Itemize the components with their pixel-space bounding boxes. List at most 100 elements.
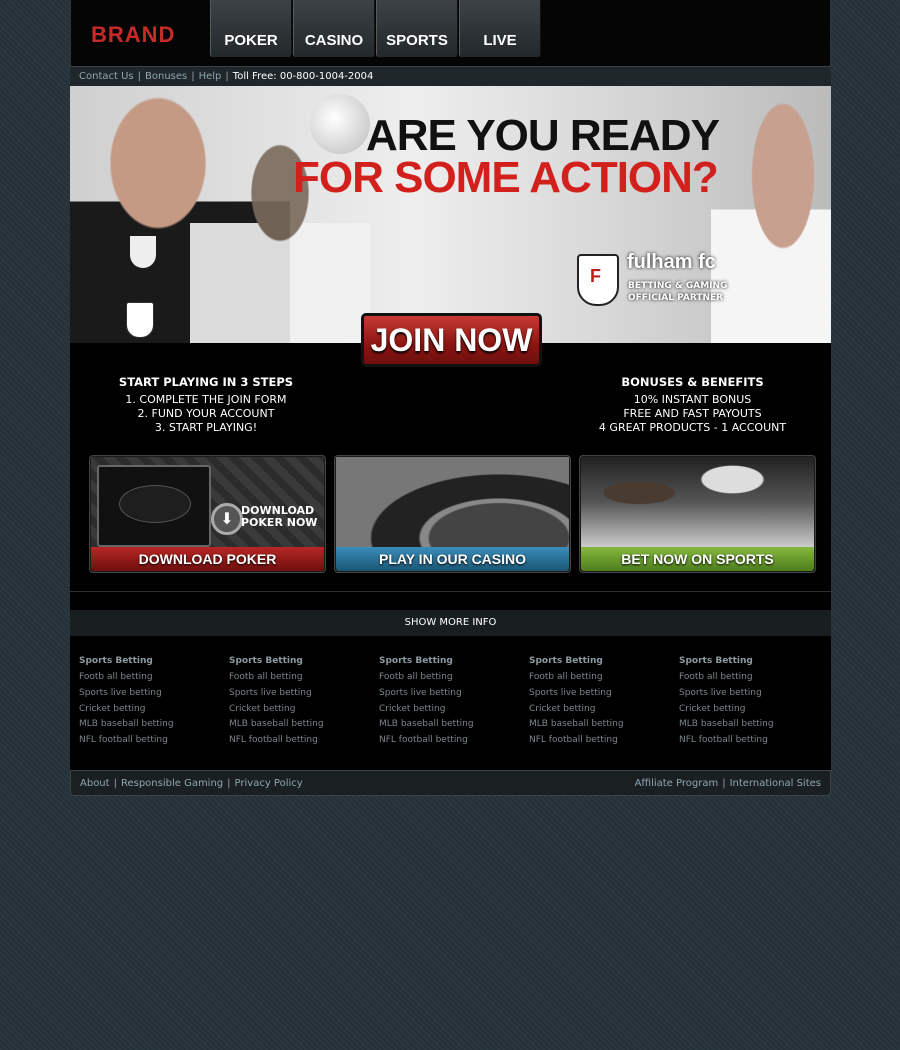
link-column: Sports Betting Footb all betting Sports … xyxy=(379,656,529,764)
fulham-crest-icon xyxy=(577,254,619,306)
link-column: Sports Betting Footb all betting Sports … xyxy=(79,656,229,764)
sitemap-link[interactable]: NFL football betting xyxy=(79,733,229,749)
overlay-line-2: POKER NOW xyxy=(241,516,318,529)
step-item: 3. START PLAYING! xyxy=(154,421,258,434)
sitemap-link[interactable]: Sports live betting xyxy=(679,686,829,702)
product-cards: ⬇ DOWNLOAD POKER NOW DOWNLOAD POKER PLAY… xyxy=(89,455,816,573)
sitemap-link[interactable]: Cricket betting xyxy=(379,702,529,718)
separator: | xyxy=(225,71,229,82)
sitemap-link[interactable]: MLB baseball betting xyxy=(379,717,529,733)
international-sites-link[interactable]: International Sites xyxy=(730,778,821,789)
nav-tab-sports[interactable]: SPORTS xyxy=(376,0,458,57)
footer: About | Responsible Gaming | Privacy Policy … xyxy=(70,770,831,796)
sitemap-link[interactable]: Footb all betting xyxy=(529,670,679,686)
sitemap-link[interactable]: Cricket betting xyxy=(679,702,829,718)
download-poker-button[interactable]: DOWNLOAD POKER xyxy=(91,547,324,571)
sitemap-links: Sports Betting Footb all betting Sports … xyxy=(70,636,831,764)
sitemap-link[interactable]: MLB baseball betting xyxy=(79,717,229,733)
sitemap-link[interactable]: NFL football betting xyxy=(529,733,679,749)
main-nav: POKER CASINO SPORTS LIVE xyxy=(210,0,542,57)
link-column-head[interactable]: Sports Betting xyxy=(379,656,529,666)
separator: | xyxy=(227,777,231,789)
step-item: 2. FUND YOUR ACCOUNT xyxy=(137,407,275,420)
sitemap-link[interactable]: Sports live betting xyxy=(529,686,679,702)
club-crest-icon xyxy=(126,302,154,338)
download-arrow-icon: ⬇ xyxy=(211,503,243,535)
nav-tab-live[interactable]: LIVE xyxy=(459,0,541,57)
bonus-title: BONUSES & BENEFITS xyxy=(621,375,764,389)
bonus-item: 4 GREAT PRODUCTS - 1 ACCOUNT xyxy=(598,421,787,434)
sitemap-link[interactable]: Cricket betting xyxy=(229,702,379,718)
hero-banner: ARE YOU READY FOR SOME ACTION? fulham fc… xyxy=(70,86,831,343)
partner-line-2: OFFICIAL PARTNER xyxy=(628,293,724,303)
separator: | xyxy=(191,71,195,82)
separator: | xyxy=(722,777,726,789)
sitemap-link[interactable]: Footb all betting xyxy=(679,670,829,686)
sitemap-link[interactable]: MLB baseball betting xyxy=(529,717,679,733)
header: BRAND POKER CASINO SPORTS LIVE xyxy=(70,0,831,66)
utility-bar: Contact Us | Bonuses | Help | Toll Free: 00-80… xyxy=(70,66,831,86)
sitemap-link[interactable]: MLB baseball betting xyxy=(679,717,829,733)
bonus-item: 10% INSTANT BONUS xyxy=(633,393,752,406)
contact-us-link[interactable]: Contact Us xyxy=(79,71,134,82)
sitemap-link[interactable]: Footb all betting xyxy=(229,670,379,686)
poker-table-screenshot xyxy=(97,465,211,547)
sitemap-link[interactable]: Footb all betting xyxy=(79,670,229,686)
headline-line-2: FOR SOME ACTION? xyxy=(293,153,719,202)
nav-tab-poker[interactable]: POKER xyxy=(210,0,292,57)
steps-section: START PLAYING IN 3 STEPS 1. COMPLETE THE… xyxy=(70,343,831,591)
bonus-list: BONUSES & BENEFITS 10% INSTANT BONUS FRE… xyxy=(590,375,795,435)
sitemap-link[interactable]: NFL football betting xyxy=(679,733,829,749)
steps-title: START PLAYING IN 3 STEPS xyxy=(118,375,294,389)
nav-tab-casino[interactable]: CASINO xyxy=(293,0,375,57)
link-column-head[interactable]: Sports Betting xyxy=(229,656,379,666)
casino-card[interactable]: PLAY IN OUR CASINO xyxy=(334,455,571,573)
roulette-image xyxy=(336,457,569,547)
football-player-image xyxy=(581,457,814,547)
separator: | xyxy=(113,777,117,789)
about-link[interactable]: About xyxy=(80,778,110,789)
sitemap-link[interactable]: Sports live betting xyxy=(379,686,529,702)
sitemap-link[interactable]: Sports live betting xyxy=(79,686,229,702)
affiliate-program-link[interactable]: Affiliate Program xyxy=(635,778,719,789)
sports-card[interactable]: BET NOW ON SPORTS xyxy=(579,455,816,573)
sitemap-link[interactable]: Sports live betting xyxy=(229,686,379,702)
sitemap-link[interactable]: Footb all betting xyxy=(379,670,529,686)
sitemap-link[interactable]: Cricket betting xyxy=(79,702,229,718)
download-poker-card[interactable]: ⬇ DOWNLOAD POKER NOW DOWNLOAD POKER xyxy=(89,455,326,573)
link-column: Sports Betting Footb all betting Sports … xyxy=(529,656,679,764)
join-now-button[interactable]: JOIN NOW xyxy=(361,313,542,367)
link-column-head[interactable]: Sports Betting xyxy=(529,656,679,666)
poker-client-image: ⬇ DOWNLOAD POKER NOW xyxy=(91,457,324,547)
responsible-gaming-link[interactable]: Responsible Gaming xyxy=(121,778,223,789)
sitemap-link[interactable]: Cricket betting xyxy=(529,702,679,718)
separator: | xyxy=(137,71,141,82)
link-column-head[interactable]: Sports Betting xyxy=(79,656,229,666)
steps-list: START PLAYING IN 3 STEPS 1. COMPLETE THE… xyxy=(116,375,296,435)
headline-line-1: ARE YOU READY xyxy=(366,111,720,160)
footer-left-links: About | Responsible Gaming | Privacy Policy xyxy=(80,778,303,789)
partner-name: fulham fc xyxy=(627,251,716,273)
link-column: Sports Betting Footb all betting Sports … xyxy=(679,656,829,764)
site-container: BRAND POKER CASINO SPORTS LIVE Contact U… xyxy=(70,0,831,796)
sitemap-link[interactable]: MLB baseball betting xyxy=(229,717,379,733)
spacer xyxy=(70,592,831,610)
link-column: Sports Betting Footb all betting Sports … xyxy=(229,656,379,764)
play-casino-button[interactable]: PLAY IN OUR CASINO xyxy=(336,547,569,571)
help-link[interactable]: Help xyxy=(199,71,222,82)
player-image-right xyxy=(711,86,831,343)
bet-sports-button[interactable]: BET NOW ON SPORTS xyxy=(581,547,814,571)
link-column-head[interactable]: Sports Betting xyxy=(679,656,829,666)
brand-logo[interactable]: BRAND xyxy=(91,22,175,48)
step-item: 1. COMPLETE THE JOIN FORM xyxy=(125,393,287,406)
show-more-info-button[interactable]: SHOW MORE INFO xyxy=(70,610,831,636)
bonuses-link[interactable]: Bonuses xyxy=(145,71,187,82)
toll-free-number: Toll Free: 00-800-1004-2004 xyxy=(232,71,374,82)
partner-line-1: BETTING & GAMING xyxy=(628,281,728,291)
download-overlay-text: DOWNLOAD POKER NOW xyxy=(241,505,317,529)
bonus-item: FREE AND FAST PAYOUTS xyxy=(623,407,762,420)
privacy-policy-link[interactable]: Privacy Policy xyxy=(235,778,303,789)
sitemap-link[interactable]: NFL football betting xyxy=(379,733,529,749)
footer-right-links: Affiliate Program | International Sites xyxy=(635,778,821,789)
sitemap-link[interactable]: NFL football betting xyxy=(229,733,379,749)
